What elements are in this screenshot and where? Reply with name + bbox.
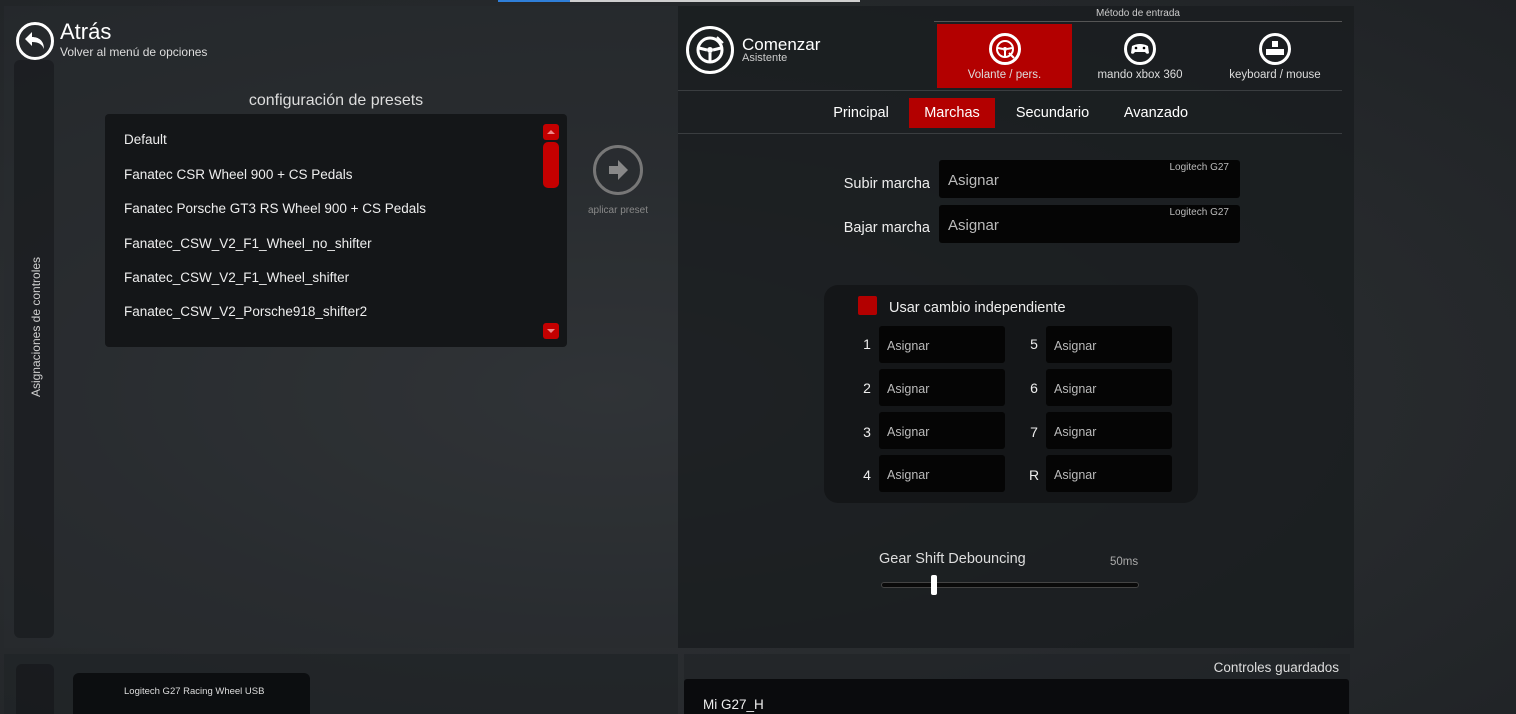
gear-slot-5[interactable]: Asignar bbox=[1046, 326, 1172, 363]
gear-slot-2[interactable]: Asignar bbox=[879, 369, 1005, 406]
presets-list: Default Fanatec CSR Wheel 900 + CS Pedal… bbox=[105, 114, 567, 347]
wizard-button[interactable] bbox=[686, 26, 734, 74]
saved-control-item[interactable]: Mi G27_H bbox=[703, 697, 764, 712]
gear-number: 5 bbox=[1030, 336, 1038, 352]
gear-number: 1 bbox=[863, 336, 871, 352]
chevron-up-icon bbox=[547, 130, 555, 134]
shift-up-label: Subir marcha bbox=[843, 176, 930, 192]
divider bbox=[678, 90, 1342, 91]
debounce-value: 50ms bbox=[1110, 556, 1139, 568]
back-button[interactable] bbox=[16, 22, 54, 60]
shift-down-value: Asignar bbox=[948, 217, 999, 234]
scrollbar-thumb[interactable] bbox=[543, 142, 559, 188]
top-progress-gray bbox=[570, 0, 860, 2]
gear-number: 7 bbox=[1030, 424, 1038, 440]
saved-controls-list: Mi G27_H bbox=[684, 679, 1349, 714]
preset-item[interactable]: Fanatec_CSW_V2_F1_Wheel_shifter bbox=[124, 270, 349, 285]
preset-item[interactable]: Fanatec Porsche GT3 RS Wheel 900 + CS Pe… bbox=[124, 201, 426, 216]
gear-slot-value: Asignar bbox=[1054, 425, 1097, 439]
back-subtitle: Volver al menú de opciones bbox=[60, 45, 208, 59]
gear-slot-value: Asignar bbox=[1054, 382, 1097, 396]
divider bbox=[934, 21, 1342, 22]
device-name: Logitech G27 Racing Wheel USB bbox=[124, 686, 265, 697]
wheel-custom-icon bbox=[988, 33, 1021, 65]
gear-slot-4[interactable]: Asignar bbox=[879, 455, 1005, 492]
gear-slot-value: Asignar bbox=[1054, 468, 1097, 482]
debounce-label: Gear Shift Debouncing bbox=[879, 551, 1026, 567]
input-method-wheel-label: Volante / pers. bbox=[967, 69, 1042, 81]
apply-preset-label: aplicar preset bbox=[587, 205, 649, 216]
input-method-wheel[interactable]: Volante / pers. bbox=[937, 24, 1072, 88]
device-card[interactable]: Logitech G27 Racing Wheel USB bbox=[73, 673, 310, 714]
tab-principal[interactable]: Principal bbox=[822, 98, 900, 128]
gear-number: R bbox=[1028, 467, 1040, 483]
preset-item[interactable]: Fanatec_CSW_V2_F1_Wheel_no_shifter bbox=[124, 236, 372, 251]
gear-slot-6[interactable]: Asignar bbox=[1046, 369, 1172, 406]
gear-number: 4 bbox=[863, 467, 871, 483]
input-method-gamepad[interactable]: mando xbox 360 bbox=[1077, 24, 1203, 88]
tab-avanzado[interactable]: Avanzado bbox=[1112, 98, 1200, 128]
sidebar-label: Asignaciones de controles bbox=[29, 256, 43, 398]
gear-number: 2 bbox=[863, 380, 871, 396]
input-method-keyboard[interactable]: keyboard / mouse bbox=[1208, 24, 1342, 88]
tab-secundario[interactable]: Secundario bbox=[1005, 98, 1100, 128]
input-method-gamepad-label: mando xbox 360 bbox=[1097, 69, 1183, 81]
presets-title: configuración de presets bbox=[248, 92, 424, 109]
gear-slot-value: Asignar bbox=[887, 468, 930, 482]
debounce-slider-thumb[interactable] bbox=[931, 575, 937, 595]
gear-slot-1[interactable]: Asignar bbox=[879, 326, 1005, 363]
input-method-keyboard-label: keyboard / mouse bbox=[1229, 69, 1321, 81]
shift-down-device: Logitech G27 bbox=[1169, 207, 1230, 218]
wizard-subtitle: Asistente bbox=[742, 52, 788, 64]
gear-number: 3 bbox=[863, 424, 871, 440]
device-sidebar-tab[interactable] bbox=[16, 664, 54, 714]
preset-item[interactable]: Fanatec_CSW_V2_Porsche918_shifter2 bbox=[124, 304, 367, 319]
gear-slot-value: Asignar bbox=[887, 382, 930, 396]
scroll-down-button[interactable] bbox=[543, 323, 559, 339]
back-arrow-icon bbox=[25, 32, 44, 49]
shift-up-field[interactable]: Asignar Logitech G27 bbox=[939, 160, 1240, 198]
shift-down-field[interactable]: Asignar Logitech G27 bbox=[939, 205, 1240, 243]
steering-wheel-icon bbox=[696, 36, 724, 64]
back-title[interactable]: Atrás bbox=[60, 19, 111, 45]
gear-slot-value: Asignar bbox=[1054, 339, 1097, 353]
preset-item[interactable]: Default bbox=[124, 132, 167, 147]
shift-down-label: Bajar marcha bbox=[843, 220, 930, 236]
top-progress-blue bbox=[498, 0, 570, 2]
gear-slot-3[interactable]: Asignar bbox=[879, 412, 1005, 449]
saved-controls-title: Controles guardados bbox=[1213, 660, 1339, 675]
debounce-slider-track[interactable] bbox=[881, 582, 1139, 588]
gear-slot-value: Asignar bbox=[887, 339, 930, 353]
gamepad-icon bbox=[1124, 33, 1156, 65]
independent-shifter-label[interactable]: Usar cambio independiente bbox=[889, 300, 1066, 316]
shift-up-value: Asignar bbox=[948, 172, 999, 189]
apply-preset-button[interactable] bbox=[593, 145, 643, 195]
tab-marchas[interactable]: Marchas bbox=[909, 98, 995, 128]
scroll-up-button[interactable] bbox=[543, 124, 559, 140]
independent-shifter-checkbox[interactable] bbox=[858, 296, 877, 315]
gear-slot-reverse[interactable]: Asignar bbox=[1046, 455, 1172, 492]
keyboard-icon bbox=[1259, 33, 1291, 65]
gear-number: 6 bbox=[1030, 380, 1038, 396]
arrow-right-icon bbox=[609, 160, 628, 180]
chevron-down-icon bbox=[547, 329, 555, 333]
input-method-title: Método de entrada bbox=[1096, 8, 1180, 19]
shift-up-device: Logitech G27 bbox=[1169, 162, 1230, 173]
gear-slot-value: Asignar bbox=[887, 425, 930, 439]
preset-item[interactable]: Fanatec CSR Wheel 900 + CS Pedals bbox=[124, 167, 353, 182]
divider bbox=[678, 133, 1342, 134]
gear-slot-7[interactable]: Asignar bbox=[1046, 412, 1172, 449]
